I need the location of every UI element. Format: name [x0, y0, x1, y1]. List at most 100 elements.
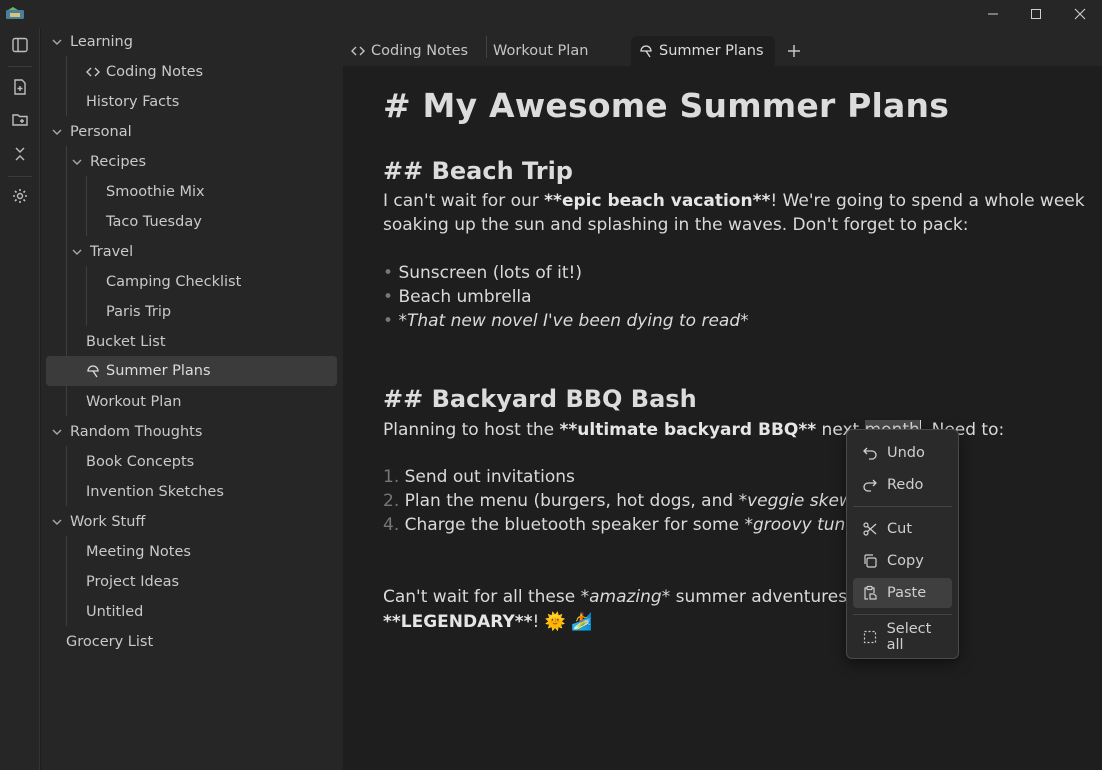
text: Plan the menu (burgers, hot dogs, and — [404, 491, 739, 511]
app-window: Learning Coding Notes History Facts Pers… — [0, 0, 1102, 770]
file-label: History Facts — [86, 94, 180, 110]
tab-coding-notes[interactable]: Coding Notes — [343, 36, 483, 66]
file-label: Grocery List — [66, 634, 154, 650]
file-project-ideas[interactable]: Project Ideas — [86, 567, 179, 597]
heading-beach-trip: ## Beach Trip — [383, 157, 573, 185]
menu-item-label: Redo — [887, 477, 924, 493]
file-paris-trip[interactable]: Paris Trip — [106, 297, 171, 327]
text: Sunscreen (lots of it!) — [398, 263, 583, 283]
ribbon-divider — [8, 176, 32, 177]
chevron-down-icon — [52, 39, 62, 45]
bold-text: **LEGENDARY** — [383, 612, 533, 632]
folder-label: Recipes — [90, 154, 147, 170]
menu-separator — [853, 614, 952, 615]
new-note-button[interactable] — [8, 75, 32, 99]
menu-item-label: Cut — [887, 521, 912, 537]
file-invention-sketches[interactable]: Invention Sketches — [86, 477, 224, 507]
text: I can't wait for our — [383, 191, 545, 211]
tab-summer-plans[interactable]: Summer Plans — [631, 36, 775, 66]
text: Can't wait for all these — [383, 587, 581, 607]
file-label: Bucket List — [86, 334, 166, 350]
close-button[interactable] — [1057, 0, 1102, 28]
bold-text: **ultimate backyard BBQ** — [559, 420, 817, 440]
menu-item-cut[interactable]: Cut — [853, 514, 952, 544]
collapse-all-button[interactable] — [8, 142, 32, 166]
file-label: Workout Plan — [86, 394, 182, 410]
bullet-item: • *That new novel I've been dying to rea… — [383, 311, 749, 331]
list-number: 2. — [383, 491, 400, 511]
tab-workout-plan[interactable]: Workout Plan — [485, 36, 625, 66]
file-smoothie-mix[interactable]: Smoothie Mix — [106, 177, 205, 207]
new-tab-button[interactable] — [783, 40, 805, 62]
folder-random-thoughts[interactable]: Random Thoughts — [50, 417, 202, 447]
text: Charge the bluetooth speaker for some — [404, 515, 745, 535]
bullet-marker: • — [383, 263, 394, 283]
editor-pane[interactable]: # My Awesome Summer Plans ## Beach Trip … — [343, 66, 1102, 770]
folder-personal[interactable]: Personal — [50, 117, 132, 147]
settings-button[interactable] — [8, 184, 32, 208]
file-coding-notes[interactable]: Coding Notes — [86, 57, 203, 87]
file-label: Smoothie Mix — [106, 184, 205, 200]
menu-item-label: Copy — [887, 553, 924, 569]
heading-1: # My Awesome Summer Plans — [383, 86, 950, 125]
italic-text: *That new novel I've been dying to read* — [398, 311, 749, 331]
file-meeting-notes[interactable]: Meeting Notes — [86, 537, 191, 567]
folder-travel[interactable]: Travel — [70, 237, 133, 267]
indent-guide — [66, 536, 67, 626]
file-camping-checklist[interactable]: Camping Checklist — [106, 267, 241, 297]
menu-item-redo[interactable]: Redo — [853, 470, 952, 500]
chevron-down-icon — [52, 429, 62, 435]
text: ! We're going to spend a whole week — [770, 191, 1085, 211]
file-bucket-list[interactable]: Bucket List — [86, 327, 166, 357]
file-label: Camping Checklist — [106, 274, 242, 290]
paragraph-line: I can't wait for our **epic beach vacati… — [383, 191, 1085, 211]
file-workout-plan[interactable]: Workout Plan — [86, 387, 181, 417]
tab-label: Coding Notes — [371, 43, 469, 59]
file-label: Project Ideas — [86, 574, 180, 590]
chevron-down-icon — [52, 129, 62, 135]
new-folder-button[interactable] — [8, 108, 32, 132]
copy-icon — [853, 553, 887, 569]
menu-item-select-all[interactable]: Select all — [853, 621, 952, 653]
indent-guide — [86, 266, 87, 326]
app-logo-icon — [6, 7, 24, 19]
beach-umbrella-icon — [86, 364, 100, 378]
settings-icon — [13, 189, 27, 203]
file-label: Invention Sketches — [86, 484, 224, 500]
italic-text: *amazing* — [580, 587, 671, 607]
text: Beach umbrella — [398, 287, 532, 307]
sidebar-toggle-button[interactable] — [8, 33, 32, 57]
file-label: Paris Trip — [106, 304, 172, 320]
file-label: Coding Notes — [106, 64, 204, 80]
menu-item-paste[interactable]: Paste — [853, 578, 952, 608]
numbered-item: 2. Plan the menu (burgers, hot dogs, and… — [383, 491, 894, 511]
tab-label: Summer Plans — [659, 43, 764, 59]
scissors-icon — [853, 521, 887, 537]
indent-guide — [66, 446, 67, 506]
folder-label: Travel — [90, 244, 134, 260]
chevron-down-icon — [52, 519, 62, 525]
minimize-button[interactable] — [970, 0, 1016, 28]
file-grocery-list[interactable]: Grocery List — [66, 627, 153, 657]
file-taco-tuesday[interactable]: Taco Tuesday — [106, 207, 202, 237]
file-book-concepts[interactable]: Book Concepts — [86, 447, 194, 477]
file-untitled[interactable]: Untitled — [86, 597, 143, 627]
bullet-item: • Beach umbrella — [383, 287, 532, 307]
file-label: Taco Tuesday — [106, 214, 202, 230]
bold-text: **epic beach vacation** — [544, 191, 771, 211]
folder-work-stuff[interactable]: Work Stuff — [50, 507, 145, 537]
tab-separator — [486, 36, 487, 58]
menu-item-undo[interactable]: Undo — [853, 438, 952, 468]
paragraph-line: **LEGENDARY**! 🌞 🏄 — [383, 612, 593, 632]
folder-recipes[interactable]: Recipes — [70, 147, 146, 177]
menu-item-label: Undo — [887, 445, 925, 461]
ribbon — [0, 28, 40, 770]
folder-label: Random Thoughts — [70, 424, 203, 440]
maximize-button[interactable] — [1013, 0, 1059, 28]
file-summer-plans[interactable]: Summer Plans — [46, 356, 337, 386]
tab-bar: Coding Notes Workout Plan Summer Plans — [343, 28, 1102, 66]
menu-item-label: Paste — [887, 585, 927, 601]
folder-learning[interactable]: Learning — [50, 27, 133, 57]
file-history-facts[interactable]: History Facts — [86, 87, 179, 117]
menu-item-copy[interactable]: Copy — [853, 546, 952, 576]
